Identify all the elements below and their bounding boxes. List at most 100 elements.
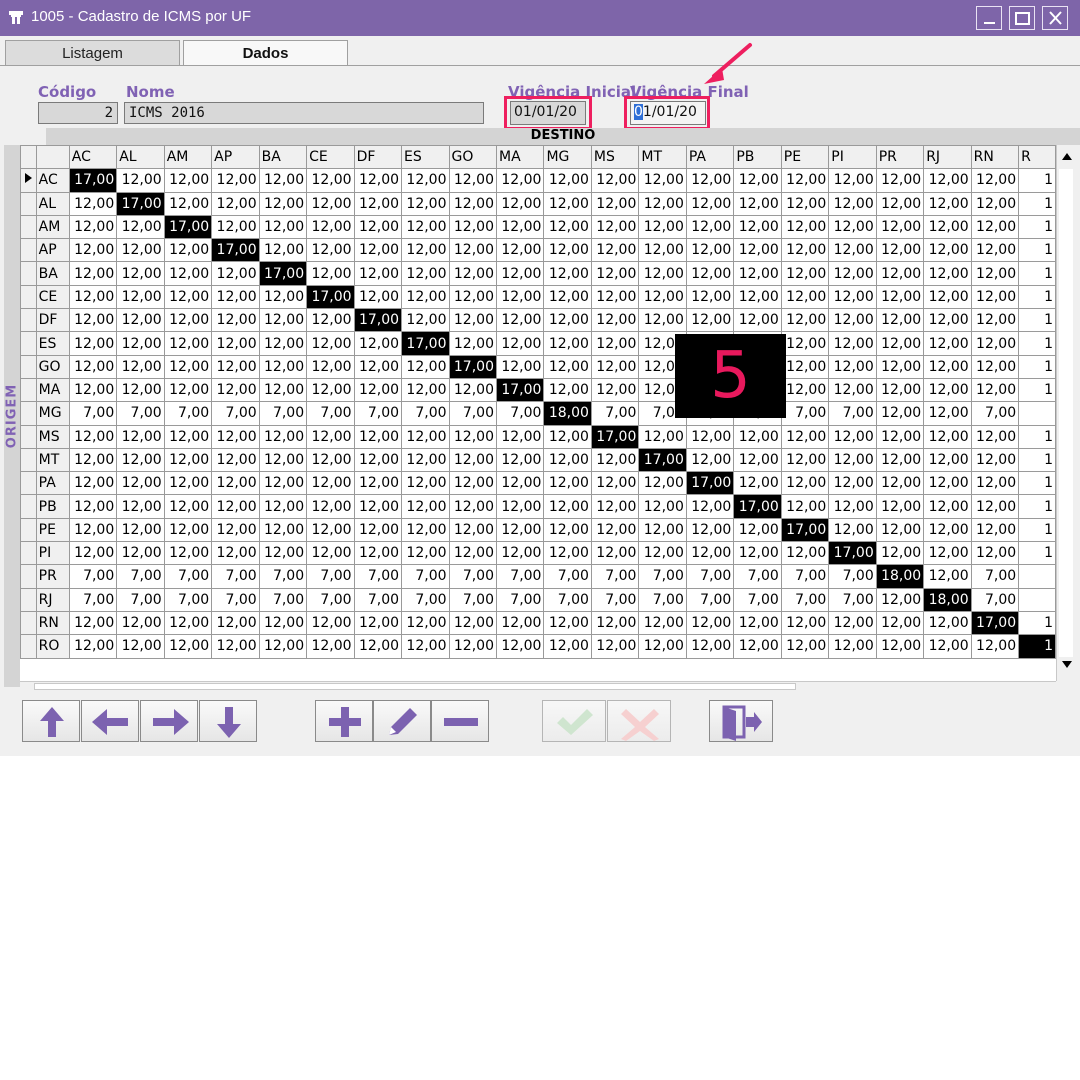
grid-cell[interactable]: 12,00 [306,261,355,286]
grid-cell[interactable]: 12,00 [116,168,165,193]
grid-cell[interactable]: 12,00 [495,494,545,519]
title-bar[interactable]: 1005 - Cadastro de ICMS por UF [0,0,1080,36]
grid-cell[interactable]: 12,00 [401,634,450,659]
row-header-mt[interactable]: MT [35,447,70,473]
vertical-scrollbar[interactable] [1056,145,1076,681]
grid-cell[interactable]: 12,00 [258,308,308,333]
grid-cell[interactable]: 12,00 [448,634,497,659]
grid-cell[interactable]: 12,00 [495,331,545,356]
grid-cell[interactable]: 12,00 [923,377,972,403]
grid-cell[interactable]: 12,00 [590,354,640,379]
table-row[interactable]: CE 12,00 12,00 12,00 12,00 12,00 17,00 12,00 12,… [20,284,1056,310]
move-up-button[interactable] [22,700,80,742]
grid-cell[interactable]: 12,00 [211,354,260,379]
grid-cell[interactable]: 12,00 [353,238,403,263]
grid-cell[interactable]: 12,00 [638,634,687,659]
grid-cell[interactable]: 12,00 [495,261,545,286]
grid-cell[interactable]: 7,00 [685,564,735,589]
column-header-mg[interactable]: MG [543,145,592,170]
grid-cell[interactable]: 12,00 [163,541,213,566]
grid-cell[interactable]: 1 [1018,634,1056,659]
grid-cell[interactable]: 12,00 [828,424,877,449]
grid-cell[interactable]: 12,00 [875,634,925,659]
column-header-pr[interactable]: PR [875,145,925,170]
close-button[interactable] [1042,6,1068,30]
grid-cell[interactable]: 12,00 [923,471,972,496]
grid-cell[interactable]: 7,00 [68,401,118,426]
table-row[interactable]: DF 12,00 12,00 12,00 12,00 12,00 12,00 17,00 12,… [20,308,1056,333]
grid-cell[interactable]: 7,00 [258,564,308,589]
grid-cell[interactable]: 12,00 [258,377,308,403]
grid-cell[interactable]: 12,00 [68,331,118,356]
grid-cell[interactable]: 12,00 [116,447,165,473]
grid-cell[interactable]: 7,00 [543,587,592,612]
grid-cell[interactable]: 12,00 [258,424,308,449]
table-row[interactable]: BA 12,00 12,00 12,00 12,00 17,00 12,00 12,00 12,… [20,261,1056,286]
grid-cell[interactable]: 12,00 [448,517,497,543]
grid-cell[interactable]: 12,00 [68,308,118,333]
row-indicator[interactable] [20,471,37,496]
grid-cell[interactable]: 12,00 [211,261,260,286]
grid-cell[interactable]: 12,00 [401,494,450,519]
grid-cell[interactable]: 12,00 [163,331,213,356]
grid-cell[interactable]: 12,00 [543,238,592,263]
grid-cell[interactable]: 12,00 [875,401,925,426]
grid-cell[interactable]: 12,00 [543,541,592,566]
grid-cell[interactable]: 12,00 [638,541,687,566]
horizontal-scrollbar[interactable] [20,681,1056,690]
grid-cell[interactable]: 17,00 [258,261,308,286]
table-row[interactable]: AC 17,00 12,00 12,00 12,00 12,00 12,00 12,00 12,… [20,168,1056,193]
row-indicator[interactable] [20,494,37,519]
row-header-al[interactable]: AL [35,191,70,216]
grid-cell[interactable]: 18,00 [923,587,972,612]
column-header-rn[interactable]: RN [970,145,1020,170]
grid-cell[interactable]: 1 [1018,541,1056,566]
row-indicator[interactable] [20,191,37,216]
grid-cell[interactable]: 12,00 [353,541,403,566]
grid-cell[interactable]: 12,00 [685,447,735,473]
grid-cell[interactable]: 12,00 [448,191,497,216]
row-indicator[interactable] [20,284,37,310]
grid-cell[interactable]: 12,00 [638,214,687,240]
column-header-ba[interactable]: BA [258,145,308,170]
grid-cell[interactable]: 12,00 [875,447,925,473]
grid-cell[interactable]: 12,00 [68,447,118,473]
grid-cell[interactable]: 12,00 [970,168,1020,193]
table-row[interactable]: PB 12,00 12,00 12,00 12,00 12,00 12,00 12,00 12,… [20,494,1056,519]
grid-cell[interactable]: 7,00 [828,587,877,612]
grid-cell[interactable]: 12,00 [875,214,925,240]
row-indicator[interactable] [20,238,37,263]
grid-cell[interactable]: 12,00 [923,238,972,263]
grid-cell[interactable]: 12,00 [163,238,213,263]
grid-cell[interactable]: 12,00 [401,541,450,566]
grid-cell[interactable]: 12,00 [543,168,592,193]
grid-cell[interactable]: 12,00 [495,284,545,310]
grid-cell[interactable]: 12,00 [828,168,877,193]
row-indicator[interactable] [20,168,37,193]
grid-cell[interactable]: 12,00 [828,308,877,333]
grid-cell[interactable]: 12,00 [923,354,972,379]
grid-cell[interactable]: 12,00 [685,424,735,449]
grid-cell[interactable]: 1 [1018,424,1056,449]
grid-cell[interactable]: 12,00 [970,517,1020,543]
grid-cell[interactable]: 12,00 [543,471,592,496]
grid-cell[interactable]: 12,00 [638,308,687,333]
grid-cell[interactable]: 12,00 [211,424,260,449]
grid-cell[interactable]: 12,00 [258,331,308,356]
grid-cell[interactable]: 12,00 [543,191,592,216]
grid-cell[interactable]: 12,00 [116,261,165,286]
grid-cell[interactable]: 12,00 [401,261,450,286]
column-header-r[interactable]: R [1018,145,1056,170]
grid-cell[interactable]: 7,00 [733,564,782,589]
grid-cell[interactable]: 12,00 [970,308,1020,333]
column-header-am[interactable]: AM [163,145,213,170]
grid-cell[interactable]: 12,00 [353,261,403,286]
grid-cell[interactable]: 12,00 [590,284,640,310]
row-indicator[interactable] [20,308,37,333]
row-indicator[interactable] [20,564,37,589]
grid-cell[interactable]: 12,00 [353,517,403,543]
table-row[interactable]: PR 7,00 7,00 7,00 7,00 7,00 7,00 7,00 7,00 7,00 7,… [20,564,1056,589]
grid-cell[interactable]: 12,00 [970,191,1020,216]
grid-cell[interactable]: 12,00 [68,354,118,379]
grid-cell[interactable] [1018,401,1056,426]
